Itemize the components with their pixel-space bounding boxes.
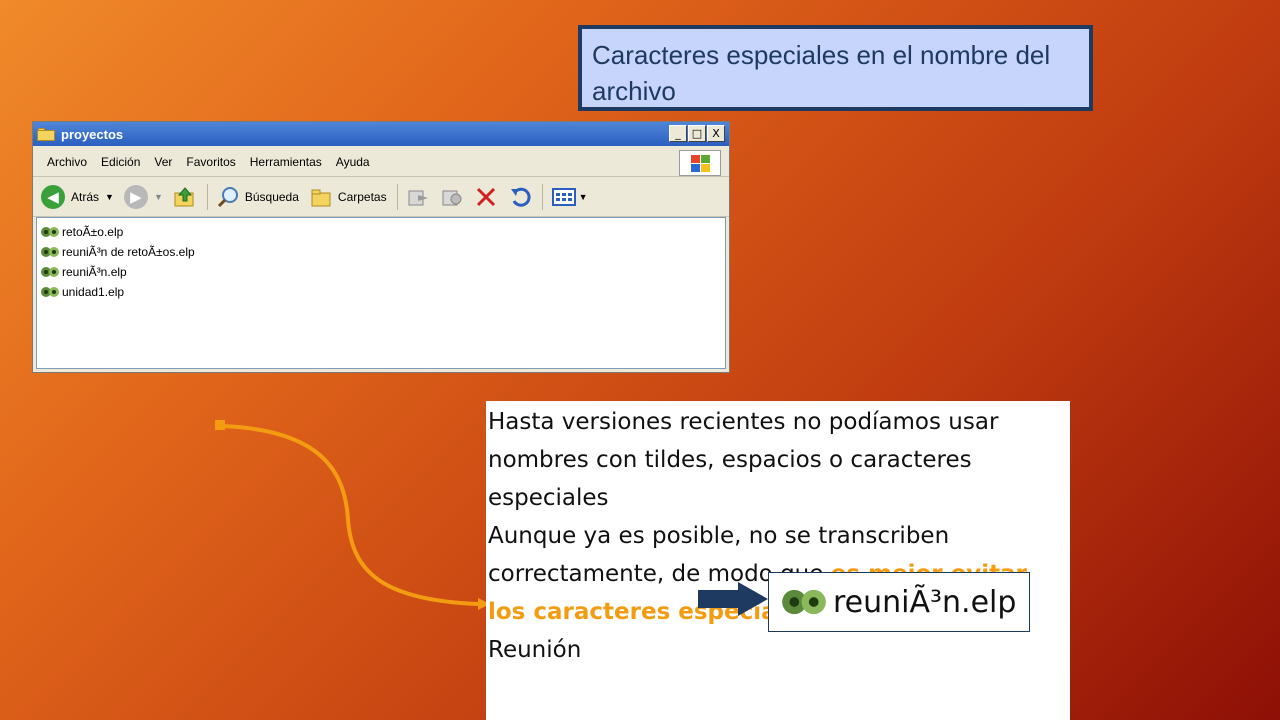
explanation-text-box: Hasta versiones recientes no podíamos us… [486,401,1070,720]
paragraph-3: Reunión [488,637,582,663]
zoomed-filename-box: reuniÃ³n.elp [768,572,1030,632]
paragraph-1: Hasta versiones recientes no podíamos us… [488,409,999,511]
elp-file-icon [782,589,826,615]
zoomed-filename: reuniÃ³n.elp [833,584,1017,620]
right-arrow-icon [698,582,768,616]
